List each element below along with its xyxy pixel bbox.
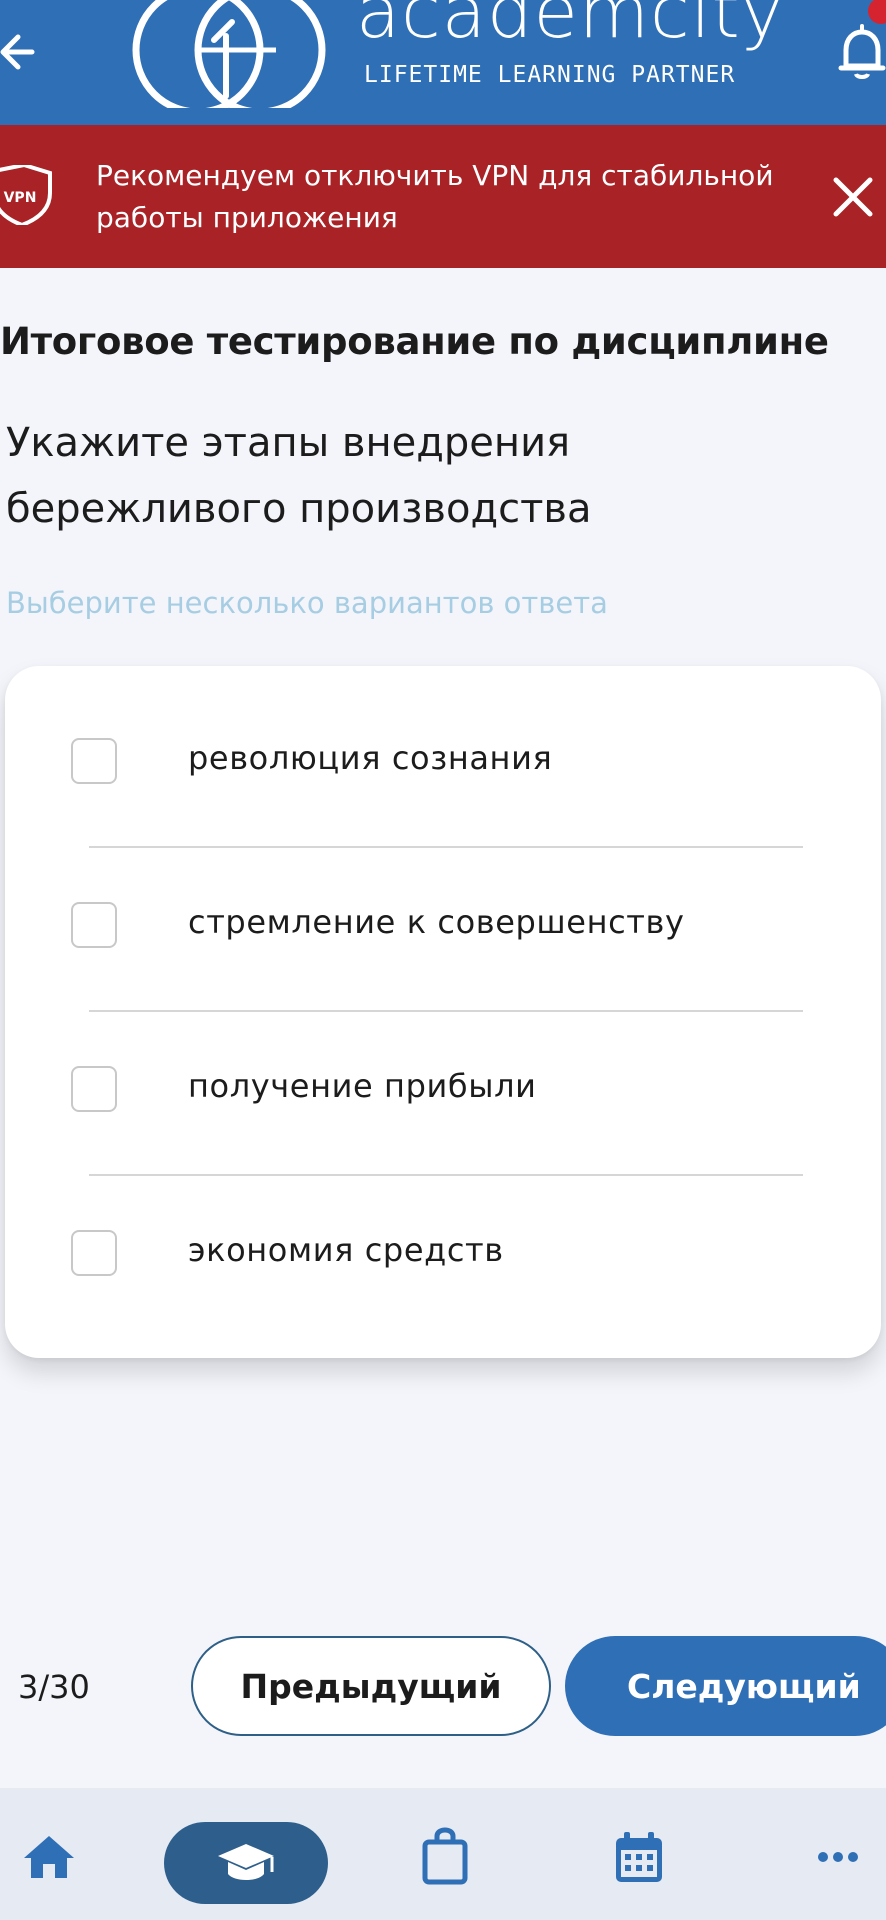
logo-mark-icon [132, 0, 326, 108]
previous-button[interactable]: Предыдущий [191, 1636, 551, 1736]
nav-courses[interactable] [164, 1822, 328, 1904]
shop-icon [422, 1827, 468, 1885]
bell-icon [838, 24, 886, 79]
answer-label: революция сознания [188, 739, 553, 777]
answer-label: получение прибыли [188, 1067, 537, 1105]
courses-icon [218, 1844, 274, 1880]
answer-checkbox[interactable] [71, 1066, 117, 1112]
next-button[interactable]: Следующий [565, 1636, 886, 1736]
answers-card: революция сознания стремление к совершен… [5, 666, 881, 1358]
bottom-navigation [0, 1788, 886, 1920]
answer-option[interactable]: революция сознания [5, 706, 881, 816]
nav-home[interactable] [14, 1788, 84, 1920]
answer-option[interactable]: получение прибыли [5, 1034, 881, 1144]
answer-option[interactable]: экономия средств [5, 1198, 881, 1308]
divider [89, 846, 803, 848]
answer-label: стремление к совершенству [188, 903, 685, 941]
notification-badge [868, 0, 886, 24]
answer-option[interactable]: стремление к совершенству [5, 870, 881, 980]
back-arrow-icon [0, 34, 35, 70]
logo-tagline: LIFETIME LEARNING PARTNER [364, 62, 736, 88]
answer-checkbox[interactable] [71, 902, 117, 948]
answer-label: экономия средств [188, 1231, 504, 1269]
more-icon [818, 1852, 858, 1862]
calendar-icon [616, 1832, 662, 1882]
vpn-warning-text: Рекомендуем отключить VPN для стабильной… [96, 159, 774, 234]
vpn-banner-close-button[interactable] [828, 172, 878, 222]
notifications-button[interactable] [836, 22, 886, 82]
question-counter: 3/30 [18, 1668, 90, 1706]
vpn-badge-text: VPN [4, 190, 37, 206]
answer-hint: Выберите несколько вариантов ответа [6, 586, 608, 620]
divider [89, 1010, 803, 1012]
nav-shop[interactable] [410, 1788, 480, 1920]
close-icon [833, 177, 873, 217]
home-icon [24, 1836, 74, 1878]
nav-calendar[interactable] [604, 1788, 674, 1920]
shield-icon: VPN [0, 165, 52, 225]
answer-checkbox[interactable] [71, 738, 117, 784]
back-button[interactable] [0, 22, 40, 82]
app-header: academcity LIFETIME LEARNING PARTNER [0, 0, 886, 125]
nav-more[interactable] [800, 1788, 876, 1920]
vpn-warning-banner: VPN Рекомендуем отключить VPN для стабил… [0, 125, 886, 268]
question-text: Укажите этапы внедрения бережливого прои… [6, 420, 592, 532]
logo-wordmark: academcity [356, 0, 785, 54]
test-title: Итоговое тестирование по дисциплине [0, 320, 829, 363]
answer-checkbox[interactable] [71, 1230, 117, 1276]
divider [89, 1174, 803, 1176]
